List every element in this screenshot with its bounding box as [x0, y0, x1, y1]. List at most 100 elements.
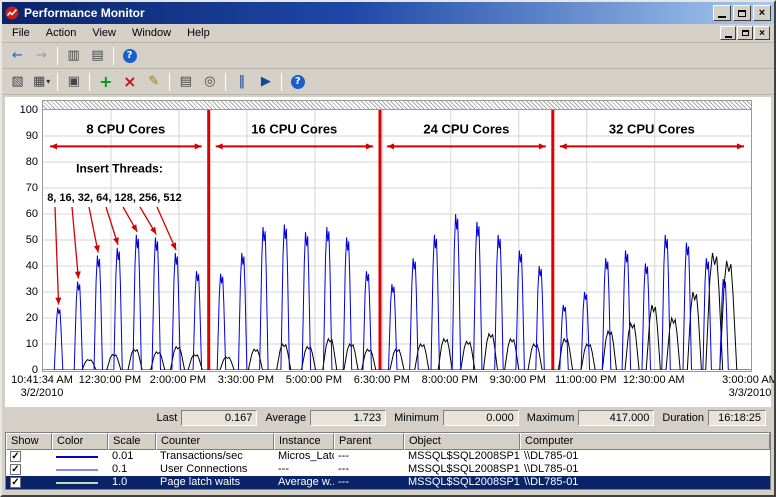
- menu-file[interactable]: File: [4, 25, 38, 41]
- y-axis-label: 30: [25, 286, 38, 298]
- toolbar-chart: ▧ ▦ ▾ ▣ + × ✎ ▤ ◎ ‖ ▶?: [2, 69, 774, 95]
- line-color-swatch: [56, 481, 98, 484]
- y-axis-label: 40: [25, 260, 38, 272]
- legend-row[interactable]: ✓ 0.1 User Connections --- --- MSSQL$SQL2008S…: [6, 463, 770, 476]
- minimum-value: 0.000: [442, 410, 519, 426]
- toolbar-separator: [281, 72, 283, 91]
- title-bar[interactable]: Performance Monitor ×: [2, 2, 774, 24]
- x-axis-label: 12:30:00 AM: [622, 374, 685, 386]
- minimize-button[interactable]: [713, 5, 731, 21]
- x-axis: 10:41:34 AM 3/2/2010 12:30:00 PM 2:00:00 PM…: [7, 372, 774, 404]
- line-color-swatch: [56, 455, 98, 458]
- y-axis-label: 90: [25, 130, 38, 142]
- maximum-value: 417.000: [578, 410, 655, 426]
- back-button[interactable]: ←: [6, 45, 29, 66]
- x-axis-label: 2:00:00 PM: [149, 374, 207, 386]
- legend-cell-computer: \\DL785-01: [524, 476, 579, 488]
- duration-value: 16:18:25: [708, 410, 766, 426]
- column-header-computer[interactable]: Computer: [520, 433, 770, 450]
- minimize-icon: [724, 35, 732, 38]
- svg-text:8, 16, 32, 64, 128, 256, 512: 8, 16, 32, 64, 128, 256, 512: [47, 192, 182, 204]
- x-axis-label: 9:30:00 PM: [489, 374, 546, 386]
- child-close-button[interactable]: ×: [754, 26, 770, 40]
- chart-view-icon: ▧: [11, 74, 24, 89]
- freeze-display-button[interactable]: ‖: [230, 71, 254, 92]
- view-current-activity-button[interactable]: ▧: [6, 71, 29, 92]
- child-restore-button[interactable]: [737, 26, 753, 40]
- maximize-button[interactable]: [733, 5, 751, 21]
- x-axis-label: 3:30:00 PM: [217, 374, 275, 386]
- performance-monitor-window: Performance Monitor × File Action View W…: [0, 0, 776, 497]
- y-axis-label: 60: [25, 208, 38, 220]
- x-axis-label: 8:00:00 PM: [421, 374, 478, 386]
- copy-properties-button[interactable]: ▣: [62, 71, 86, 92]
- arrow-right-icon: →: [36, 48, 47, 63]
- column-header-color[interactable]: Color: [52, 433, 108, 450]
- column-header-object[interactable]: Object: [404, 433, 520, 450]
- menu-window[interactable]: Window: [124, 25, 179, 41]
- toolbar-separator: [113, 46, 114, 65]
- toolbar-separator: [89, 72, 91, 91]
- export-list-button[interactable]: ▤: [86, 45, 109, 66]
- column-header-scale[interactable]: Scale: [108, 433, 156, 450]
- stats-bar: Last 0.167 Average 1.723 Minimum 0.000 M…: [2, 407, 774, 429]
- legend-cell-instance: ---: [278, 463, 289, 475]
- legend-header: Show Color Scale Counter Instance Parent Objec…: [6, 433, 770, 450]
- column-header-instance[interactable]: Instance: [274, 433, 334, 450]
- column-header-counter[interactable]: Counter: [156, 433, 274, 450]
- restore-icon: [741, 30, 749, 36]
- last-value: 0.167: [181, 410, 258, 426]
- column-header-show[interactable]: Show: [6, 433, 52, 450]
- x-axis-label: 3:00:00 AM 3/3/2010: [722, 374, 776, 399]
- chevron-down-icon: ▾: [46, 77, 51, 86]
- delete-counter-button[interactable]: ×: [118, 71, 142, 92]
- update-data-button[interactable]: ▶: [254, 71, 278, 92]
- legend-row[interactable]: ✓ 0.01 Transactions/sec Micros_Latc... --- MS…: [6, 450, 770, 463]
- y-axis-label: 70: [25, 182, 38, 194]
- highlight-button[interactable]: ✎: [142, 71, 166, 92]
- svg-text:8 CPU Cores: 8 CPU Cores: [86, 121, 165, 136]
- help-icon: ?: [290, 74, 305, 89]
- show-checkbox[interactable]: ✓: [10, 477, 21, 488]
- child-minimize-button[interactable]: [720, 26, 736, 40]
- legend-cell-counter: User Connections: [160, 463, 248, 475]
- maximum-label: Maximum: [526, 412, 575, 424]
- pause-icon: ‖: [238, 74, 246, 89]
- help-button[interactable]: ?: [118, 45, 141, 66]
- properties-button[interactable]: ▤: [174, 71, 198, 92]
- performance-chart: 8 CPU Cores 16 CPU Cores 24 CPU Cores 32 CP…: [43, 110, 751, 371]
- help-button[interactable]: ?: [286, 71, 310, 92]
- delete-x-icon: ×: [123, 72, 137, 91]
- show-checkbox[interactable]: ✓: [10, 451, 21, 462]
- legend-cell-scale: 0.01: [112, 450, 134, 462]
- y-axis-label: 80: [25, 156, 38, 168]
- chart-panel: 100 90 80 70 60 50 40 30 20 10 0 8 CPU Cores 16 CPU…: [5, 97, 774, 407]
- show-console-tree-button[interactable]: ▥: [62, 45, 85, 66]
- legend-cell-parent: ---: [338, 476, 349, 488]
- svg-text:16 CPU Cores: 16 CPU Cores: [251, 121, 337, 136]
- close-button[interactable]: ×: [753, 5, 771, 21]
- svg-text:24 CPU Cores: 24 CPU Cores: [423, 121, 509, 136]
- hatched-region: [42, 100, 752, 110]
- legend-cell-counter: Transactions/sec: [160, 450, 243, 462]
- forward-button[interactable]: →: [30, 45, 53, 66]
- x-axis-label: 12:30:00 PM: [78, 374, 142, 386]
- column-header-parent[interactable]: Parent: [334, 433, 404, 450]
- properties-icon: ▤: [179, 74, 192, 89]
- legend-cell-object: MSSQL$SQL2008SP1:Datab...: [408, 450, 520, 462]
- menu-help[interactable]: Help: [179, 25, 218, 41]
- plus-icon: +: [99, 72, 113, 91]
- menu-action[interactable]: Action: [38, 25, 85, 41]
- show-checkbox[interactable]: ✓: [10, 464, 21, 475]
- legend-row[interactable]: ✓ 1.0 Page latch waits Average w... --- MSSQL…: [6, 476, 770, 489]
- menu-view[interactable]: View: [84, 25, 124, 41]
- window-title: Performance Monitor: [24, 6, 145, 20]
- y-axis-label: 20: [25, 312, 38, 324]
- view-type-button[interactable]: ▦ ▾: [30, 71, 54, 92]
- toolbar-separator: [169, 72, 171, 91]
- toolbar-main: ← → ▥ ▤?: [2, 43, 774, 69]
- add-counter-button[interactable]: +: [94, 71, 118, 92]
- counter-legend: Show Color Scale Counter Instance Parent Objec…: [5, 432, 771, 490]
- zoom-button[interactable]: ◎: [198, 71, 222, 92]
- y-axis-label: 50: [25, 234, 38, 246]
